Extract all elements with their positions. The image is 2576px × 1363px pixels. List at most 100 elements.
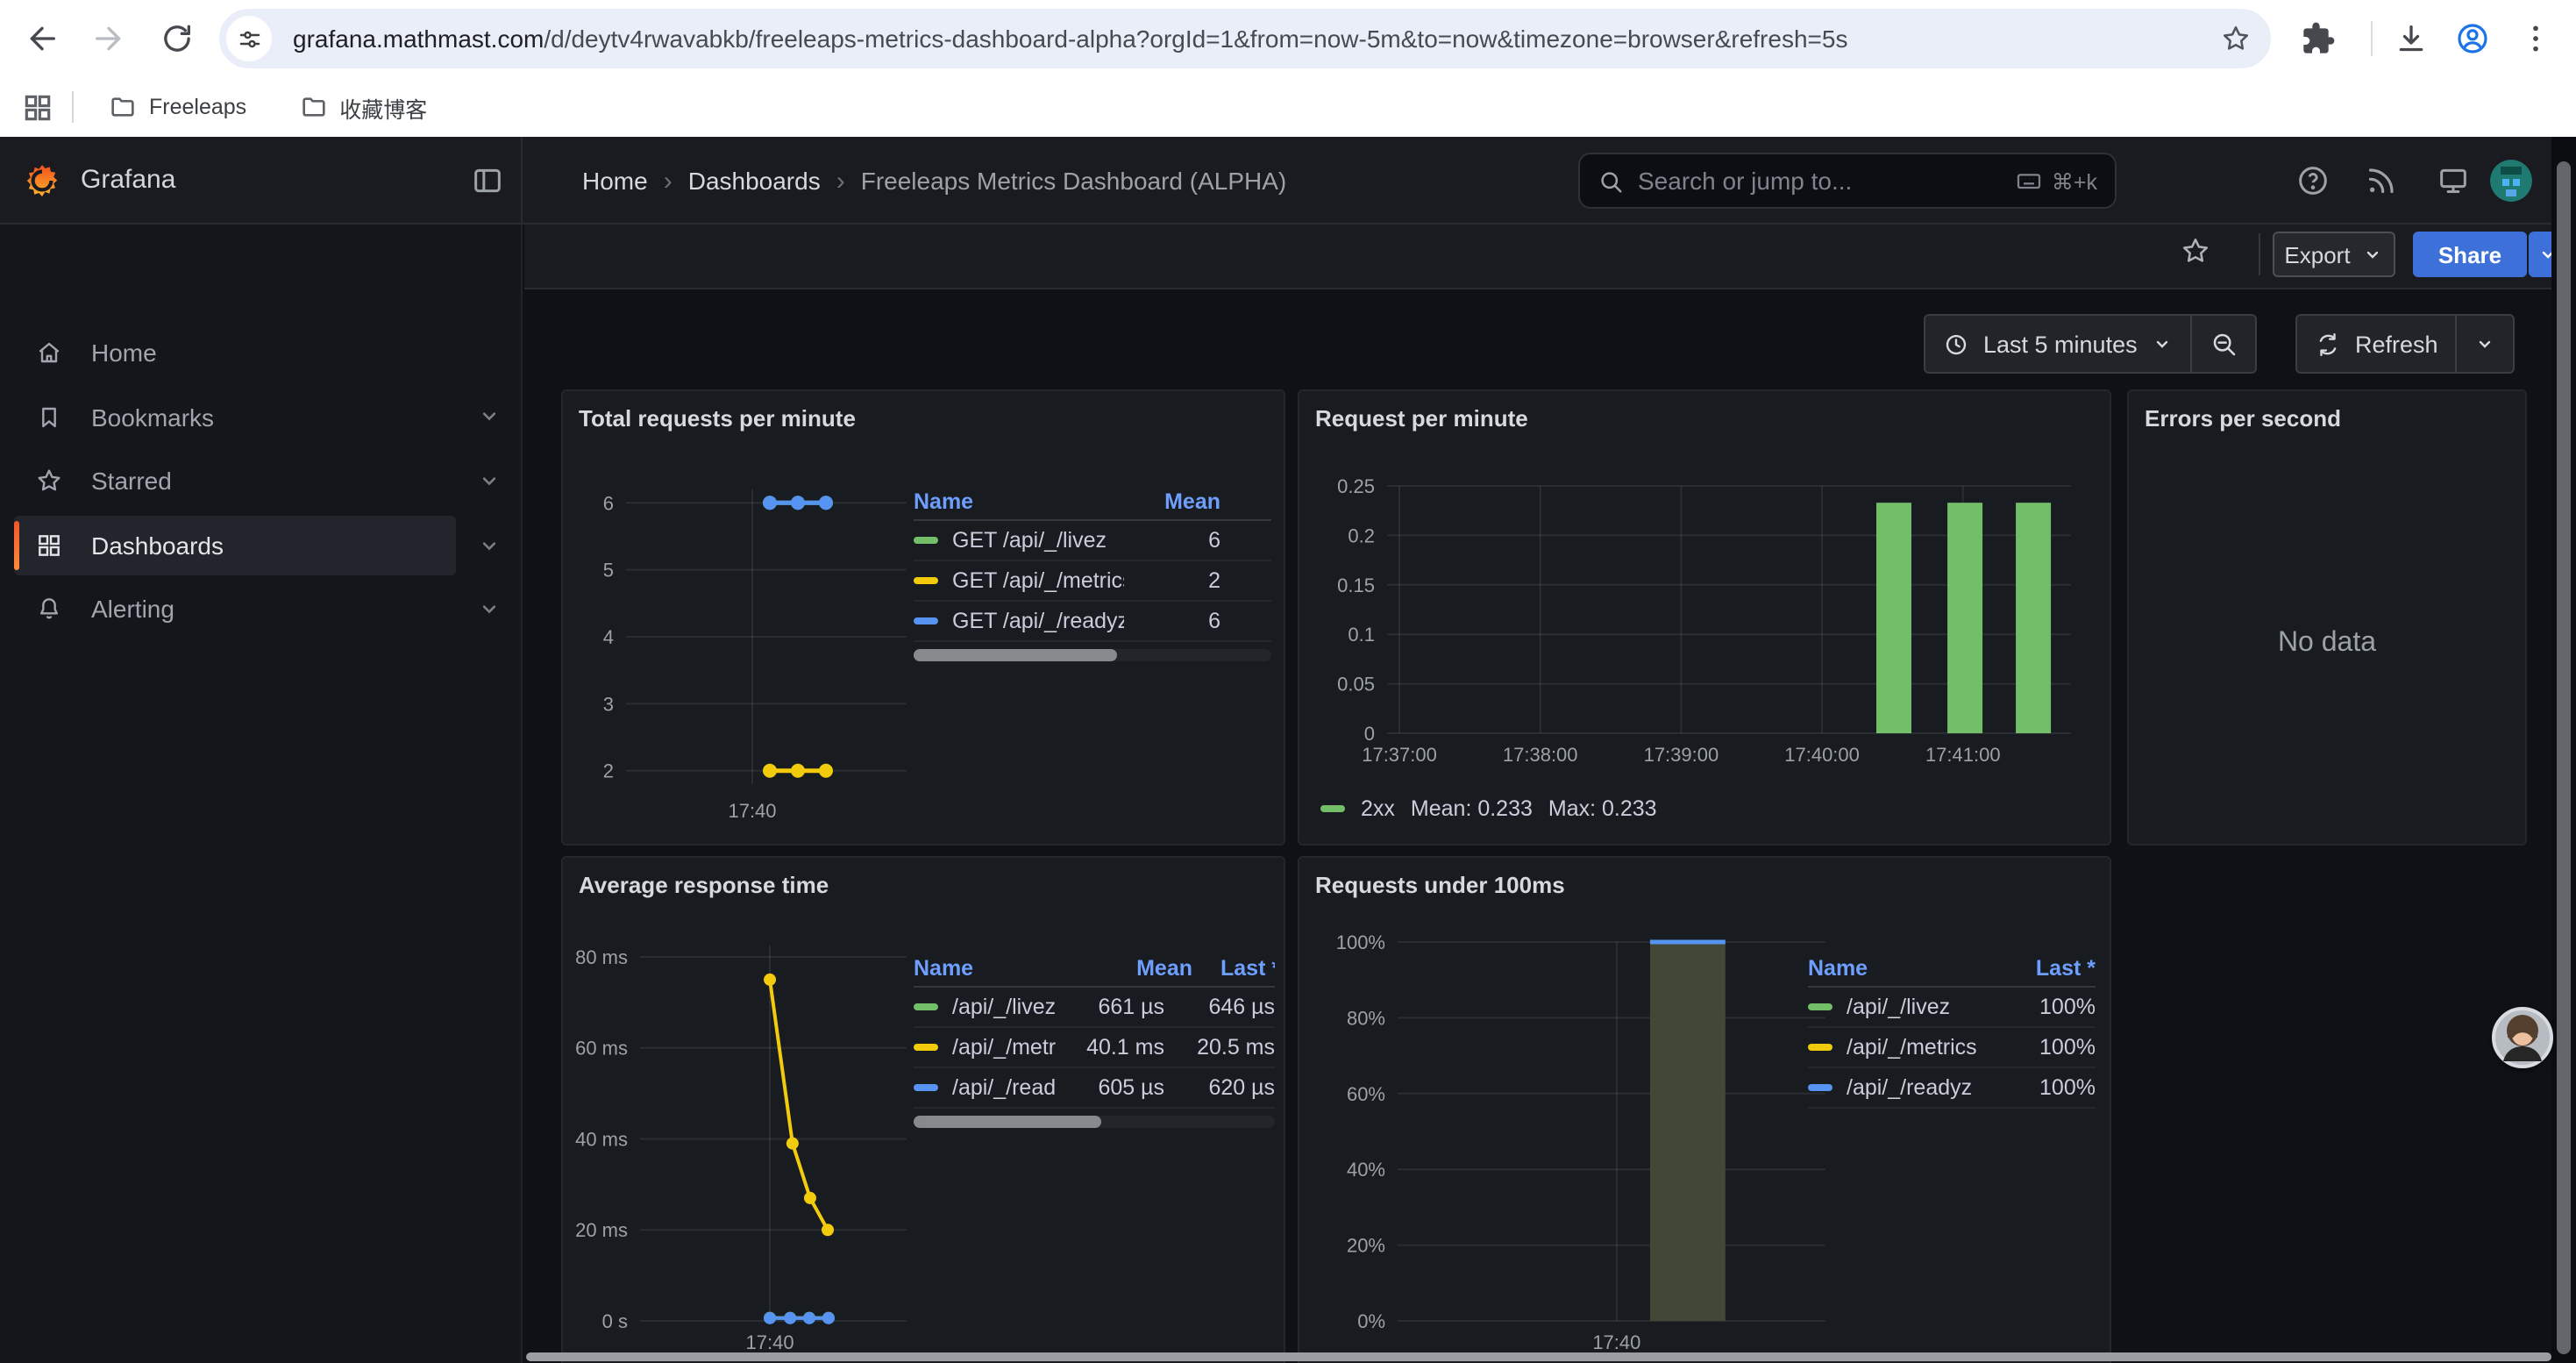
legend-row[interactable]: /api/_/livez 100%	[1808, 988, 2096, 1028]
legend-header[interactable]: Name Mean	[914, 482, 1271, 521]
svg-text:40 ms: 40 ms	[575, 1128, 628, 1150]
sidebar-header: Grafana	[0, 137, 523, 225]
screen: grafana.mathmast.com/d/deytv4rwavabkb/fr…	[0, 0, 2576, 1363]
breadcrumb-home[interactable]: Home	[582, 167, 648, 195]
search-input[interactable]	[1638, 167, 2001, 195]
downloads-icon[interactable]	[2394, 21, 2429, 56]
legend-row[interactable]: GET /api/_/readyz 6	[914, 602, 1271, 642]
search-box[interactable]: ⌘+k	[1578, 153, 2117, 209]
legend-header[interactable]: Name Mean Last *	[914, 949, 1275, 988]
legend-row[interactable]: GET /api/_/livez 6	[914, 521, 1271, 561]
sidebar-item-label: Dashboards	[91, 531, 456, 559]
legend-row[interactable]: GET /api/_/metrics 2	[914, 561, 1271, 602]
sidebar-item-alerting[interactable]: Alerting	[14, 579, 456, 639]
browser-toolbar: grafana.mathmast.com/d/deytv4rwavabkb/fr…	[0, 0, 2576, 77]
refresh-button[interactable]: Refresh	[2297, 316, 2456, 372]
grafana-logo[interactable]	[25, 163, 60, 198]
breadcrumb-current: Freeleaps Metrics Dashboard (ALPHA)	[861, 167, 1287, 195]
vertical-scrollbar-thumb[interactable]	[2557, 161, 2571, 1354]
share-button[interactable]: Share	[2413, 232, 2527, 277]
favorite-star-icon[interactable]	[2180, 235, 2211, 267]
chevron-down-icon[interactable]	[477, 468, 502, 493]
panel-title[interactable]: Request per minute	[1315, 405, 1528, 432]
help-icon[interactable]	[2295, 163, 2330, 198]
legend-row[interactable]: 2xx Mean: 0.233 Max: 0.233	[1320, 796, 1657, 821]
svg-text:0.2: 0.2	[1348, 525, 1375, 546]
svg-text:17:40:00: 17:40:00	[1784, 744, 1860, 766]
svg-text:17:40: 17:40	[728, 800, 776, 822]
forward-icon[interactable]	[91, 21, 126, 56]
refresh-interval-dropdown[interactable]	[2458, 316, 2514, 372]
reload-icon[interactable]	[160, 21, 195, 56]
actions-separator	[2259, 233, 2260, 275]
bookmark-star-icon[interactable]	[2220, 23, 2252, 54]
svg-text:80%: 80%	[1347, 1007, 1385, 1029]
horizontal-scrollbar-thumb[interactable]	[526, 1352, 2551, 1361]
legend-scrollbar-thumb[interactable]	[914, 1116, 1101, 1128]
svg-text:17:40: 17:40	[746, 1331, 794, 1353]
url-bar[interactable]: grafana.mathmast.com/d/deytv4rwavabkb/fr…	[219, 9, 2271, 68]
search-icon	[1598, 168, 1624, 194]
sidebar-item-label: Starred	[91, 467, 456, 495]
legend-row[interactable]: /api/_/readyz 100%	[1808, 1068, 2096, 1109]
svg-text:5: 5	[603, 560, 614, 582]
bar-chart[interactable]: 0.250.20.150.10.05017:37:0017:38:0017:39…	[1299, 391, 2111, 846]
legend-row[interactable]: /api/_/metrics 100%	[1808, 1028, 2096, 1068]
legend-scrollbar[interactable]	[914, 649, 1271, 661]
legend-row[interactable]: /api/_/metrics 40.1 ms 20.5 ms	[914, 1028, 1275, 1068]
floating-assistant-avatar[interactable]	[2492, 1007, 2553, 1068]
user-avatar[interactable]	[2490, 160, 2532, 202]
vertical-scrollbar[interactable]	[2551, 137, 2576, 1363]
panel-title[interactable]: Errors per second	[2145, 405, 2341, 432]
time-controls-row: Last 5 minutes Refresh	[524, 291, 2576, 389]
no-data-message: No data	[2129, 628, 2525, 660]
time-range-picker[interactable]: Last 5 minutes	[1925, 316, 2190, 372]
site-settings-icon[interactable]	[226, 16, 272, 61]
refresh-label: Refresh	[2355, 331, 2438, 357]
apps-grid-icon[interactable]	[21, 90, 54, 124]
panel-title[interactable]: Average response time	[579, 872, 829, 898]
bookmark-folder-blogs[interactable]: 收藏博客	[285, 83, 441, 131]
bookmark-icon	[35, 403, 63, 431]
chevron-down-icon[interactable]	[477, 532, 502, 557]
sidebar-item-starred[interactable]: Starred	[14, 451, 456, 510]
chevron-down-icon[interactable]	[477, 596, 502, 621]
collapse-sidebar-icon[interactable]	[470, 163, 505, 198]
bar-chart[interactable]: 100%80%60%40%20%0%17:40	[1299, 858, 2111, 1363]
panel-title[interactable]: Total requests per minute	[579, 405, 856, 432]
sidebar: Home Bookmarks Starred Dashboards Alerti…	[0, 225, 523, 1363]
panel-errors-per-second: Errors per second No data	[2127, 389, 2527, 846]
profile-icon[interactable]	[2455, 21, 2490, 56]
bookmarks-divider	[72, 91, 74, 123]
svg-text:40%: 40%	[1347, 1159, 1385, 1181]
legend-scrollbar-thumb[interactable]	[914, 649, 1118, 661]
main-content: Export Share Last 5 minutes	[524, 225, 2576, 1363]
svg-text:0.25: 0.25	[1337, 475, 1375, 497]
svg-text:0.05: 0.05	[1337, 674, 1375, 696]
sidebar-item-dashboards[interactable]: Dashboards	[14, 515, 456, 574]
legend-row[interactable]: /api/_/livez 661 µs 646 µs	[914, 988, 1275, 1028]
news-rss-icon[interactable]	[2364, 163, 2399, 198]
legend-scrollbar[interactable]	[914, 1116, 1275, 1128]
kiosk-monitor-icon[interactable]	[2436, 163, 2471, 198]
series-swatch	[914, 1003, 938, 1010]
panel-title[interactable]: Requests under 100ms	[1315, 872, 1565, 898]
dashboard-canvas: Total requests per minute 6543217:40 Nam…	[524, 389, 2576, 1363]
extensions-icon[interactable]	[2301, 21, 2336, 56]
export-button[interactable]: Export	[2273, 232, 2395, 277]
chevron-down-icon[interactable]	[477, 403, 502, 428]
active-item-accent	[14, 520, 19, 569]
legend-table: Name Mean Last * /api/_/livez 661 µs 646…	[914, 949, 1275, 1128]
zoom-out-button[interactable]	[2192, 316, 2255, 372]
sidebar-item-home[interactable]: Home	[14, 323, 456, 382]
menu-dots-icon[interactable]	[2518, 21, 2553, 56]
back-icon[interactable]	[25, 21, 60, 56]
breadcrumb-dashboards[interactable]: Dashboards	[688, 167, 821, 195]
sidebar-item-bookmarks[interactable]: Bookmarks	[14, 387, 456, 446]
svg-text:20%: 20%	[1347, 1235, 1385, 1257]
series-swatch	[914, 577, 938, 584]
bookmark-folder-freeleaps[interactable]: Freeleaps	[95, 86, 260, 128]
legend-row[interactable]: /api/_/readyz 605 µs 620 µs	[914, 1068, 1275, 1109]
svg-text:0.15: 0.15	[1337, 574, 1375, 596]
legend-header[interactable]: Name Last *	[1808, 949, 2096, 988]
